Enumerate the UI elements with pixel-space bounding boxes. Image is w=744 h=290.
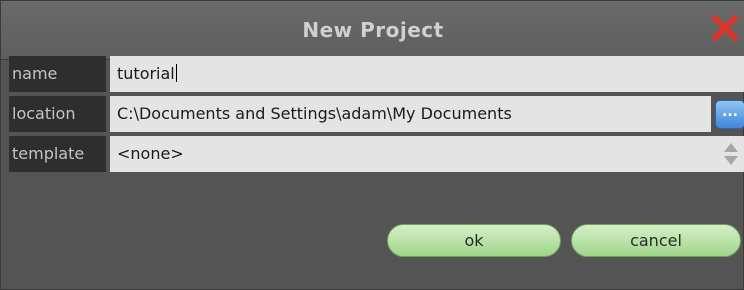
name-input[interactable]: tutorial [110,56,744,92]
new-project-dialog: New Project name tutorial location C:\Do… [0,0,744,290]
dialog-titlebar[interactable]: New Project [1,1,744,60]
ok-button[interactable]: ok [387,224,561,257]
text-caret [175,64,177,82]
browse-button[interactable]: ... [715,100,744,129]
template-row: template <none> [9,136,744,172]
name-row: name tutorial [9,56,744,92]
location-label: location [9,96,106,132]
template-select[interactable]: <none> [110,136,744,172]
up-down-stepper-icon[interactable] [723,141,739,167]
template-label: template [9,136,106,172]
dialog-title: New Project [302,18,444,42]
template-select-value: <none> [117,144,184,163]
cancel-button[interactable]: cancel [571,224,741,257]
location-row: location C:\Documents and Settings\adam\… [9,96,744,132]
location-input[interactable]: C:\Documents and Settings\adam\My Docume… [110,96,711,132]
name-input-value: tutorial [117,64,175,83]
close-icon[interactable] [709,12,741,44]
name-label: name [9,56,106,92]
